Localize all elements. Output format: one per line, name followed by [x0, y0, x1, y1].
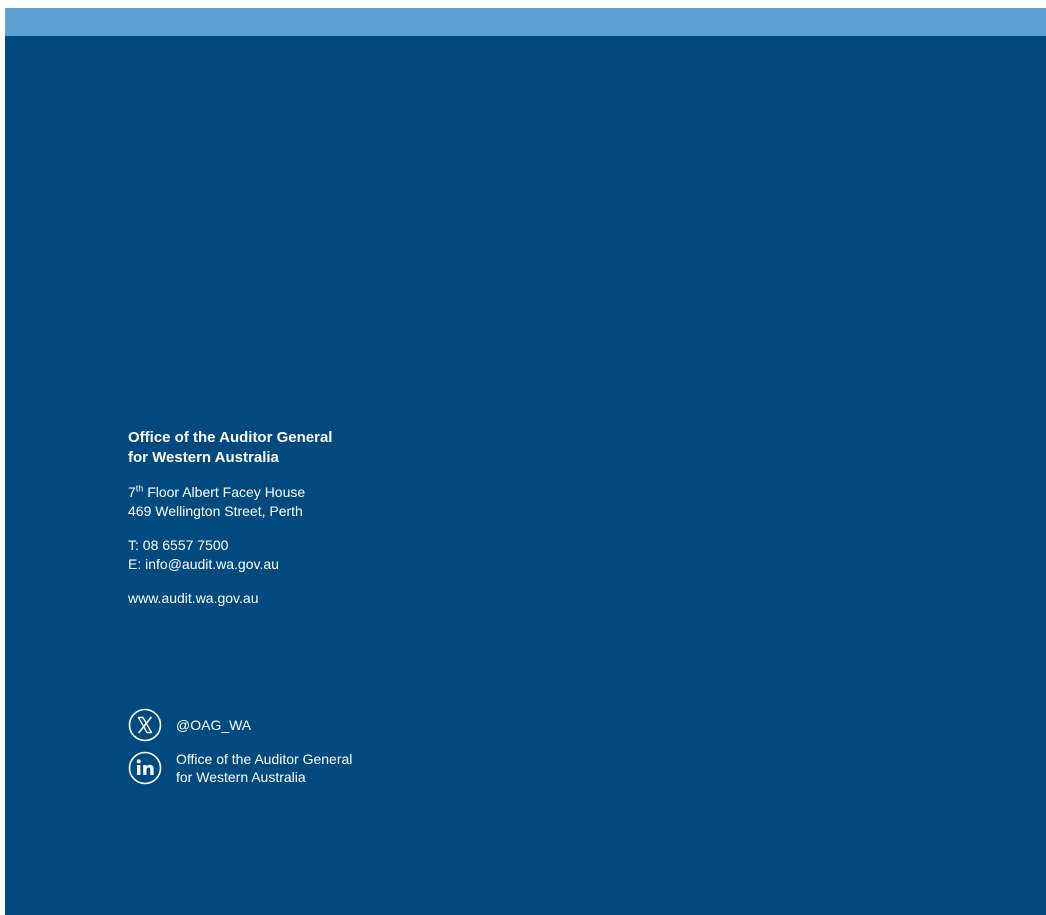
x-twitter-icon — [128, 708, 162, 742]
social-x[interactable]: @OAG_WA — [128, 708, 548, 742]
linkedin-icon — [128, 751, 162, 785]
email-address[interactable]: E: info@audit.wa.gov.au — [128, 555, 548, 574]
organization-name: Office of the Auditor General for Wester… — [128, 428, 548, 468]
social-linkedin[interactable]: Office of the Auditor General for Wester… — [128, 750, 548, 786]
x-handle: @OAG_WA — [176, 717, 252, 733]
floor-number: 7 — [128, 484, 136, 500]
linkedin-name-line2: for Western Australia — [176, 769, 306, 785]
address-line1-rest: Floor Albert Facey House — [143, 484, 306, 500]
organization-name-line2: for Western Australia — [128, 449, 279, 466]
address-line2: 469 Wellington Street, Perth — [128, 503, 303, 519]
phone-number: T: 08 6557 7500 — [128, 537, 229, 553]
contact-details: T: 08 6557 7500 E: info@audit.wa.gov.au — [128, 536, 548, 574]
top-color-band — [5, 8, 1046, 36]
website-block: www.audit.wa.gov.au — [128, 589, 548, 608]
website-link[interactable]: www.audit.wa.gov.au — [128, 589, 548, 608]
back-cover-page: Office of the Auditor General for Wester… — [5, 8, 1046, 915]
organization-name-line1: Office of the Auditor General — [128, 429, 333, 446]
linkedin-name: Office of the Auditor General for Wester… — [176, 750, 352, 786]
contact-block: Office of the Auditor General for Wester… — [128, 428, 548, 785]
linkedin-name-line1: Office of the Auditor General — [176, 751, 353, 767]
address-block: 7th Floor Albert Facey House 469 Welling… — [128, 483, 548, 521]
address-line1: 7th Floor Albert Facey House — [128, 483, 548, 502]
